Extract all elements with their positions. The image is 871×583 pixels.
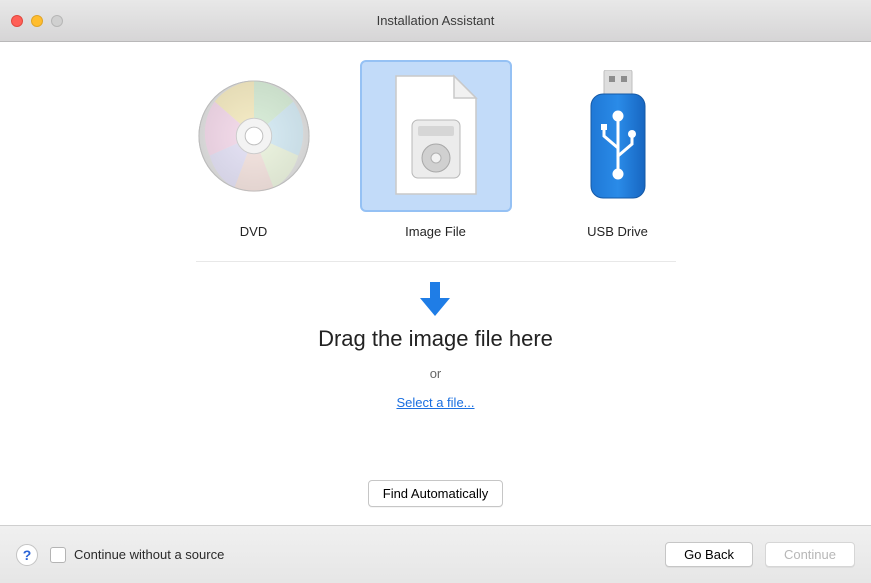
drop-zone[interactable]: Drag the image file here or Select a fil… xyxy=(318,282,553,410)
checkbox-box xyxy=(50,547,66,563)
drop-or-label: or xyxy=(430,366,442,381)
traffic-lights xyxy=(11,15,63,27)
source-option-label: DVD xyxy=(240,224,267,239)
footer: ? Continue without a source Go Back Cont… xyxy=(0,525,871,583)
image-file-icon xyxy=(360,60,512,212)
close-window-button[interactable] xyxy=(11,15,23,27)
source-option-image[interactable]: Image File xyxy=(360,60,512,239)
source-options: DVD Image File xyxy=(178,60,694,239)
titlebar: Installation Assistant xyxy=(0,0,871,42)
checkbox-label: Continue without a source xyxy=(74,547,224,562)
source-option-label: Image File xyxy=(405,224,466,239)
divider xyxy=(196,261,676,262)
continue-button: Continue xyxy=(765,542,855,567)
find-automatically-button[interactable]: Find Automatically xyxy=(368,480,504,507)
dvd-icon xyxy=(178,60,330,212)
source-option-usb[interactable]: USB Drive xyxy=(542,60,694,239)
help-button[interactable]: ? xyxy=(16,544,38,566)
select-file-link[interactable]: Select a file... xyxy=(396,395,474,410)
usb-drive-icon xyxy=(542,60,694,212)
arrow-down-icon xyxy=(420,282,450,316)
drop-headline: Drag the image file here xyxy=(318,326,553,352)
go-back-button[interactable]: Go Back xyxy=(665,542,753,567)
source-option-label: USB Drive xyxy=(587,224,648,239)
minimize-window-button[interactable] xyxy=(31,15,43,27)
window-title: Installation Assistant xyxy=(377,13,495,28)
main-content: DVD Image File xyxy=(0,42,871,525)
continue-without-source-checkbox[interactable]: Continue without a source xyxy=(50,547,224,563)
zoom-window-button[interactable] xyxy=(51,15,63,27)
source-option-dvd[interactable]: DVD xyxy=(178,60,330,239)
